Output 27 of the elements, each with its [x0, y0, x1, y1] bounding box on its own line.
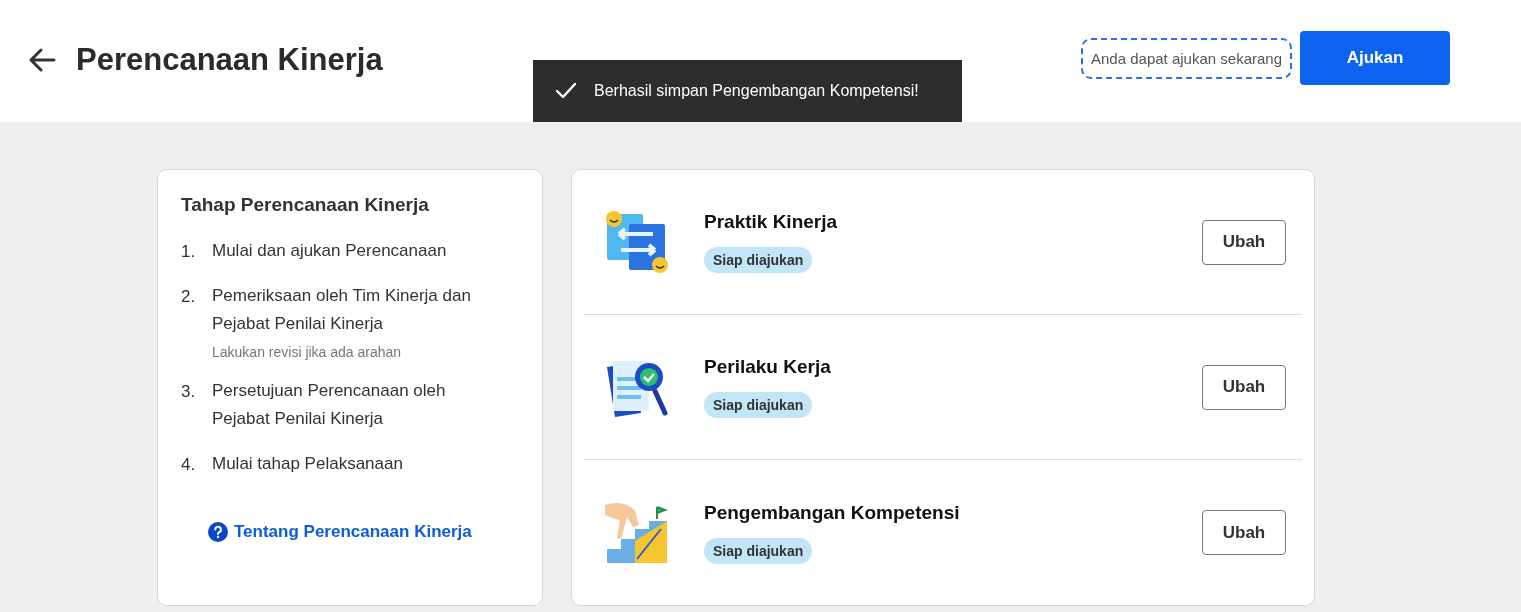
help-icon [208, 522, 228, 542]
step-text: Persetujuan Perencanaan oleh Pejabat Penilai Kinerja [212, 380, 447, 430]
section-title: Perilaku Kerja [704, 356, 831, 378]
edit-button[interactable]: Ubah [1202, 219, 1286, 265]
steps-title: Tahap Perencanaan Kinerja [181, 194, 430, 216]
section-title: Praktik Kinerja [704, 211, 838, 233]
hand-climbing-stairs-illustration [605, 500, 669, 565]
status-badge: Siap diajukan [704, 247, 813, 273]
submit-button[interactable]: Ajukan [1300, 31, 1450, 85]
step-number: 3. [181, 382, 197, 403]
section-title: Pengembangan Kompetensi [704, 501, 960, 524]
step-note: Lakukan revisi jika ada arahan [212, 344, 403, 360]
help-link[interactable]: Tentang Perencanaan Kinerja [208, 522, 472, 542]
submit-hint: Anda dapat ajukan sekarang [1081, 37, 1292, 79]
step-number: 2. [181, 287, 197, 308]
step-text: Pemeriksaan oleh Tim Kinerja dan Pejabat Penilai Kinerja [212, 285, 472, 335]
toast-message: Berhasil simpan Pengembangan Kompetensi! [594, 82, 919, 100]
page-title: Perencanaan Kinerja [76, 42, 383, 78]
edit-button[interactable]: Ubah [1202, 364, 1286, 410]
edit-button[interactable]: Ubah [1202, 510, 1286, 555]
step-number: 1. [181, 242, 197, 263]
status-badge: Siap diajukan [704, 537, 813, 564]
step-text: Mulai dan ajukan Perencanaan [212, 240, 448, 262]
documents-exchange-illustration [605, 210, 669, 274]
step-number: 4. [181, 455, 197, 476]
status-badge: Siap diajukan [704, 392, 813, 418]
step-text: Mulai tahap Pelaksanaan [212, 453, 404, 475]
